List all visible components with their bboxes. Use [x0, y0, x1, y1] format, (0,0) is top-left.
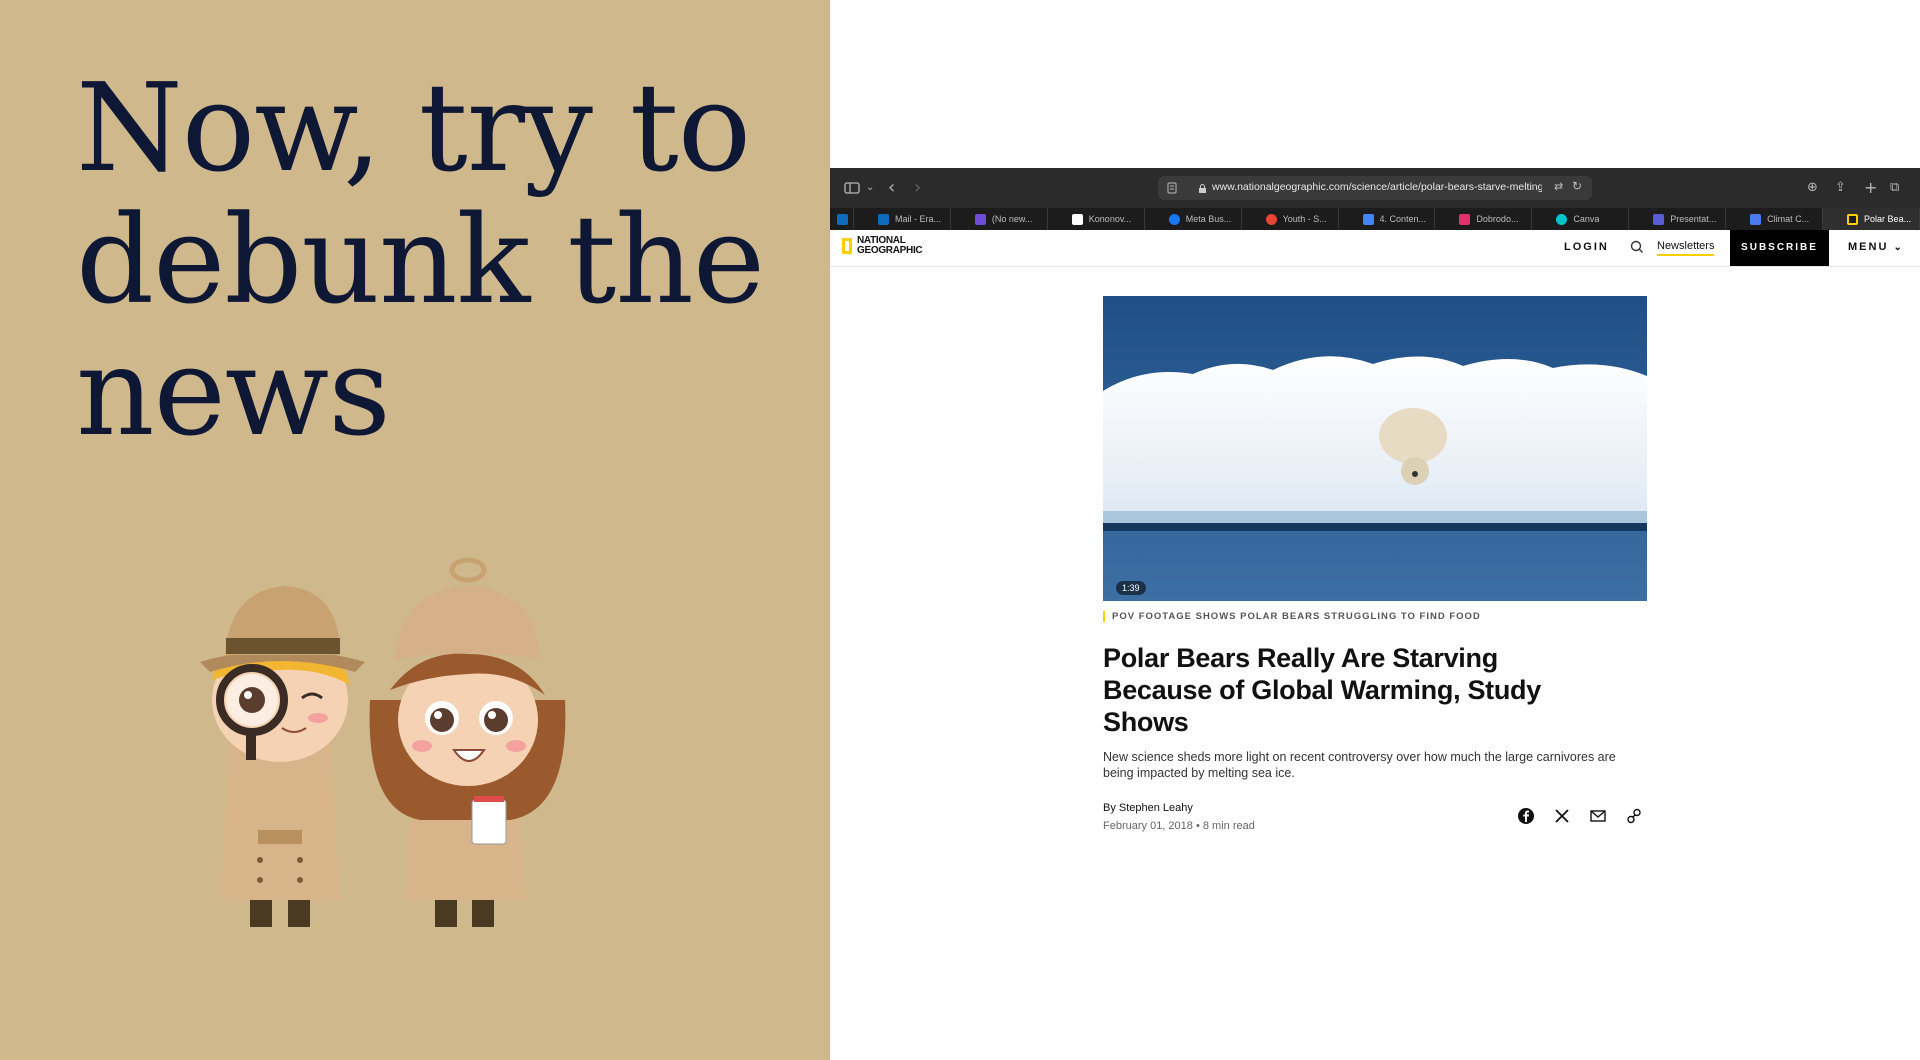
publish-date: February 01, 2018 [1103, 820, 1193, 832]
tab-item[interactable]: Kononov... [1048, 208, 1145, 230]
tab-item[interactable]: Meta Bus... [1145, 208, 1242, 230]
chevron-down-icon: ⌄ [1893, 242, 1904, 253]
byline[interactable]: By Stephen Leahy [1103, 802, 1193, 814]
tab-item[interactable]: Youth - S... [1242, 208, 1339, 230]
tab-label: 4. Conten... [1379, 214, 1427, 224]
reload-icon[interactable]: ↻ [1572, 179, 1582, 193]
tab-item[interactable]: Climat C... [1726, 208, 1824, 230]
new-tab-icon[interactable]: + [1864, 178, 1877, 198]
share-icon[interactable]: ⇪ [1835, 178, 1846, 198]
slide-title: Now, try to debunk the news [76, 57, 765, 463]
tab-item[interactable]: Mail - Era... [854, 208, 951, 230]
tab-label: Meta Bus... [1185, 214, 1232, 224]
article-meta: February 01, 2018 • 8 min read [1103, 820, 1255, 832]
detective-illustration [200, 557, 566, 927]
article-headline: Polar Bears Really Are Starving Because … [1103, 643, 1541, 737]
meta-separator: • [1195, 820, 1203, 832]
subscribe-button[interactable]: SUBSCRIBE [1730, 230, 1829, 266]
girl-detective [369, 557, 566, 927]
read-time: 8 min read [1202, 820, 1255, 832]
mail-icon[interactable] [1588, 806, 1608, 826]
tab-favicon [1265, 213, 1277, 225]
tab-bar: Mail - Era... (No new... Kononov... Meta… [830, 208, 1920, 230]
tab-item[interactable]: Presentat... [1629, 208, 1727, 230]
tab-label: Presentat... [1670, 214, 1717, 224]
tab-overview-icon[interactable]: ⧉ [1890, 178, 1899, 198]
tab-favicon [1459, 213, 1471, 225]
menu-button[interactable]: MENU ⌄ [1848, 241, 1904, 253]
tab-label: Climat C... [1767, 214, 1810, 224]
tab-item[interactable]: Dobrodo... [1435, 208, 1533, 230]
login-link[interactable]: LOGIN [1564, 241, 1609, 253]
video-caption: POV FOOTAGE SHOWS POLAR BEARS STRUGGLING… [1103, 611, 1481, 622]
video-duration: 1:39 [1116, 581, 1146, 595]
tab-favicon [1071, 213, 1083, 225]
download-icon[interactable]: ⊕ [1807, 178, 1818, 198]
forward-icon[interactable]: › [914, 178, 921, 198]
article-dek: New science sheds more light on recent c… [1103, 750, 1616, 780]
tab-favicon [974, 213, 986, 225]
boy-detective [200, 586, 365, 927]
tab-item[interactable]: 4. Conten... [1339, 208, 1436, 230]
tab-item[interactable]: (No new... [951, 208, 1048, 230]
logo-text: NATIONAL GEOGRAPHIC [857, 235, 923, 256]
facebook-icon[interactable] [1516, 806, 1536, 826]
outlook-icon [837, 213, 848, 225]
tab-label: Canva [1573, 214, 1600, 224]
search-icon[interactable] [1628, 238, 1646, 256]
url-text: www.nationalgeographic.com/science/artic… [1212, 181, 1542, 193]
tab-label: Youth - S... [1282, 214, 1327, 224]
browser-screenshot: ⌄ ‹ › www.nationalgeographic.com/science… [830, 168, 1920, 1060]
menu-label: MENU [1848, 241, 1889, 253]
link-icon[interactable] [1624, 806, 1644, 826]
tab-pinned-outlook[interactable] [830, 208, 854, 230]
browser-toolbar: ⌄ ‹ › www.nationalgeographic.com/science… [830, 168, 1920, 208]
tab-favicon [1847, 213, 1859, 225]
tab-favicon [1168, 213, 1180, 225]
tab-favicon [1653, 213, 1665, 225]
translate-icon[interactable]: ⇄ [1554, 180, 1563, 193]
site-header: NATIONAL GEOGRAPHIC LOGIN Newsletters SU… [830, 230, 1920, 267]
reader-icon[interactable] [1166, 182, 1178, 194]
address-bar[interactable]: www.nationalgeographic.com/science/artic… [1158, 176, 1592, 200]
tab-item-active[interactable]: Polar Bea... [1823, 208, 1920, 230]
back-icon[interactable]: ‹ [888, 178, 895, 198]
tab-favicon [1362, 213, 1374, 225]
newsletters-link[interactable]: Newsletters [1657, 240, 1715, 256]
tab-label: Polar Bea... [1864, 214, 1912, 224]
tab-favicon [1556, 213, 1568, 225]
hero-video[interactable] [1103, 296, 1647, 601]
tab-label: Mail - Era... [894, 214, 941, 224]
tab-item[interactable]: Canva [1532, 208, 1630, 230]
slide-panel: Now, try to debunk the news [0, 0, 830, 1060]
natgeo-yellow-frame-icon [842, 238, 852, 254]
tab-favicon [877, 213, 889, 225]
tab-label: (No new... [991, 214, 1033, 224]
tab-label: Dobrodo... [1476, 214, 1519, 224]
chevron-down-icon[interactable]: ⌄ [866, 178, 874, 198]
sidebar-toggle-icon[interactable] [844, 178, 860, 198]
lock-icon [1199, 184, 1206, 193]
natgeo-logo[interactable]: NATIONAL GEOGRAPHIC [842, 236, 927, 256]
tab-favicon [1750, 213, 1762, 225]
tab-label: Kononov... [1088, 214, 1132, 224]
x-icon[interactable] [1552, 806, 1572, 826]
